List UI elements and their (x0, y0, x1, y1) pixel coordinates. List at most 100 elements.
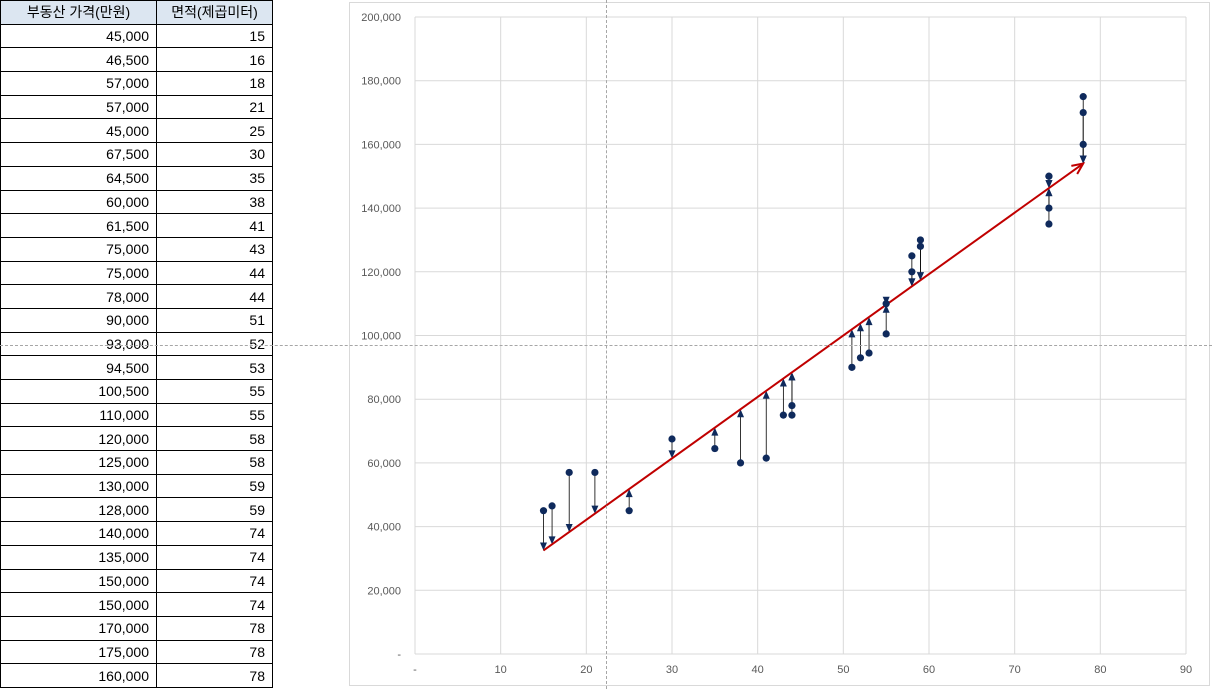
area-cell[interactable]: 43 (156, 236, 273, 262)
data-point (565, 468, 573, 477)
data-point (1045, 204, 1053, 212)
y-tick-label: 140,000 (361, 203, 401, 215)
area-cell[interactable]: 44 (156, 284, 273, 309)
data-point (736, 459, 745, 467)
area-cell[interactable]: 78 (156, 663, 273, 688)
area-cell[interactable]: 52 (156, 331, 273, 357)
table-row: 160,000 78 (0, 663, 273, 688)
table-row: 140,000 74 (0, 521, 273, 546)
area-cell[interactable]: 59 (156, 473, 273, 499)
x-tick-label: - (413, 664, 417, 676)
data-point (1045, 220, 1053, 228)
price-cell[interactable]: 170,000 (0, 615, 157, 641)
table-row: 135,000 74 (0, 544, 273, 570)
area-cell[interactable]: 74 (156, 521, 273, 546)
table-row: 175,000 78 (0, 639, 273, 665)
table-row: 120,000 58 (0, 426, 273, 452)
x-tick-label: 60 (923, 664, 935, 676)
x-tick-label: 80 (1094, 664, 1106, 676)
price-cell[interactable]: 175,000 (0, 639, 157, 665)
data-sheet[interactable]: 부동산 가격(만원) 면적(제곱미터) 45,000 15 46,500 16 57,0… (0, 0, 273, 688)
area-cell[interactable]: 58 (156, 426, 273, 452)
data-point (856, 354, 865, 362)
data-point (788, 401, 796, 410)
price-cell[interactable]: 46,500 (0, 47, 157, 73)
price-cell[interactable]: 57,000 (0, 94, 157, 120)
y-tick-label: 200,000 (361, 12, 401, 24)
price-cell[interactable]: 93,000 (0, 331, 157, 357)
table-row: 75,000 44 (0, 260, 273, 286)
area-cell[interactable]: 78 (156, 639, 273, 665)
price-cell[interactable]: 140,000 (0, 521, 157, 546)
data-point (882, 300, 890, 308)
area-cell[interactable]: 15 (156, 23, 273, 49)
table-row: 150,000 74 (0, 568, 273, 594)
price-cell[interactable]: 75,000 (0, 260, 157, 286)
area-cell[interactable]: 55 (156, 402, 273, 428)
table-row: 67,500 30 (0, 142, 273, 167)
area-cell[interactable]: 51 (156, 307, 273, 333)
price-cell[interactable]: 67,500 (0, 142, 157, 167)
table-row: 130,000 59 (0, 473, 273, 499)
price-cell[interactable]: 64,500 (0, 165, 157, 191)
header-price[interactable]: 부동산 가격(만원) (0, 0, 157, 25)
table-row: 57,000 21 (0, 94, 273, 120)
table-row: 60,000 38 (0, 189, 273, 215)
price-cell[interactable]: 130,000 (0, 473, 157, 499)
price-cell[interactable]: 75,000 (0, 236, 157, 262)
price-cell[interactable]: 150,000 (0, 592, 157, 617)
x-tick-label: 10 (495, 664, 507, 676)
y-tick-label: 100,000 (361, 331, 401, 343)
area-cell[interactable]: 21 (156, 94, 273, 120)
area-cell[interactable]: 41 (156, 213, 273, 238)
area-cell[interactable]: 78 (156, 615, 273, 641)
price-cell[interactable]: 45,000 (0, 118, 157, 144)
area-cell[interactable]: 59 (156, 497, 273, 523)
table-row: 57,000 18 (0, 71, 273, 96)
y-tick-label: 80,000 (367, 394, 401, 406)
area-cell[interactable]: 38 (156, 189, 273, 215)
table-row: 94,500 53 (0, 355, 273, 380)
data-point (788, 411, 796, 419)
table-row: 61,500 41 (0, 213, 273, 238)
area-cell[interactable]: 16 (156, 47, 273, 73)
price-cell[interactable]: 128,000 (0, 497, 157, 523)
area-cell[interactable]: 55 (156, 379, 273, 404)
price-cell[interactable]: 110,000 (0, 402, 157, 428)
area-cell[interactable]: 53 (156, 355, 273, 380)
price-cell[interactable]: 120,000 (0, 426, 157, 452)
price-cell[interactable]: 60,000 (0, 189, 157, 215)
table-row: 110,000 55 (0, 402, 273, 428)
area-cell[interactable]: 35 (156, 165, 273, 191)
price-cell[interactable]: 125,000 (0, 450, 157, 475)
data-point (916, 242, 925, 250)
header-row: 부동산 가격(만원) 면적(제곱미터) (0, 0, 273, 25)
x-tick-label: 30 (666, 664, 678, 676)
table-row: 46,500 16 (0, 47, 273, 73)
area-cell[interactable]: 25 (156, 118, 273, 144)
table-row: 78,000 44 (0, 284, 273, 309)
price-cell[interactable]: 135,000 (0, 544, 157, 570)
data-point (908, 252, 916, 260)
table-row: 64,500 35 (0, 165, 273, 191)
area-cell[interactable]: 74 (156, 544, 273, 570)
price-cell[interactable]: 57,000 (0, 71, 157, 96)
area-cell[interactable]: 44 (156, 260, 273, 286)
header-area[interactable]: 면적(제곱미터) (156, 0, 273, 25)
table-row: 150,000 74 (0, 592, 273, 617)
data-point (668, 435, 676, 443)
price-cell[interactable]: 150,000 (0, 568, 157, 594)
area-cell[interactable]: 58 (156, 450, 273, 475)
price-cell[interactable]: 45,000 (0, 23, 157, 49)
area-cell[interactable]: 30 (156, 142, 273, 167)
price-cell[interactable]: 94,500 (0, 355, 157, 380)
y-tick-label: 40,000 (367, 522, 401, 534)
area-cell[interactable]: 74 (156, 592, 273, 617)
price-cell[interactable]: 61,500 (0, 213, 157, 238)
price-cell[interactable]: 90,000 (0, 307, 157, 333)
area-cell[interactable]: 74 (156, 568, 273, 594)
area-cell[interactable]: 18 (156, 71, 273, 96)
price-cell[interactable]: 160,000 (0, 663, 157, 688)
price-cell[interactable]: 100,500 (0, 379, 157, 404)
price-cell[interactable]: 78,000 (0, 284, 157, 309)
